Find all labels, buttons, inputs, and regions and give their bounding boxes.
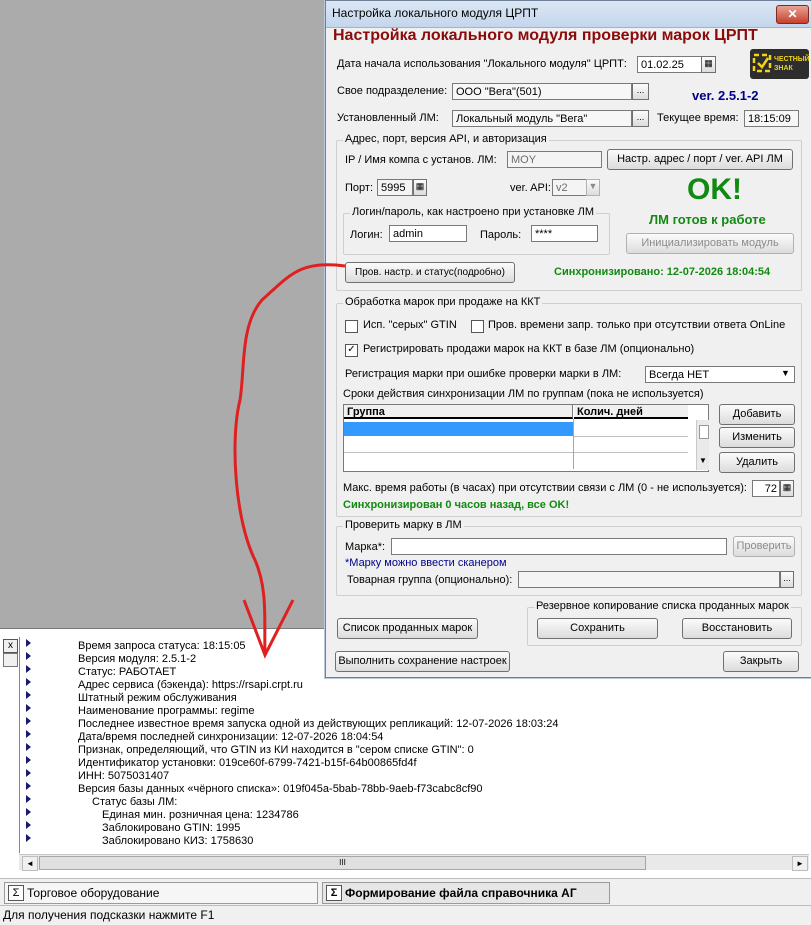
annotation-arrow-icon (233, 263, 346, 659)
